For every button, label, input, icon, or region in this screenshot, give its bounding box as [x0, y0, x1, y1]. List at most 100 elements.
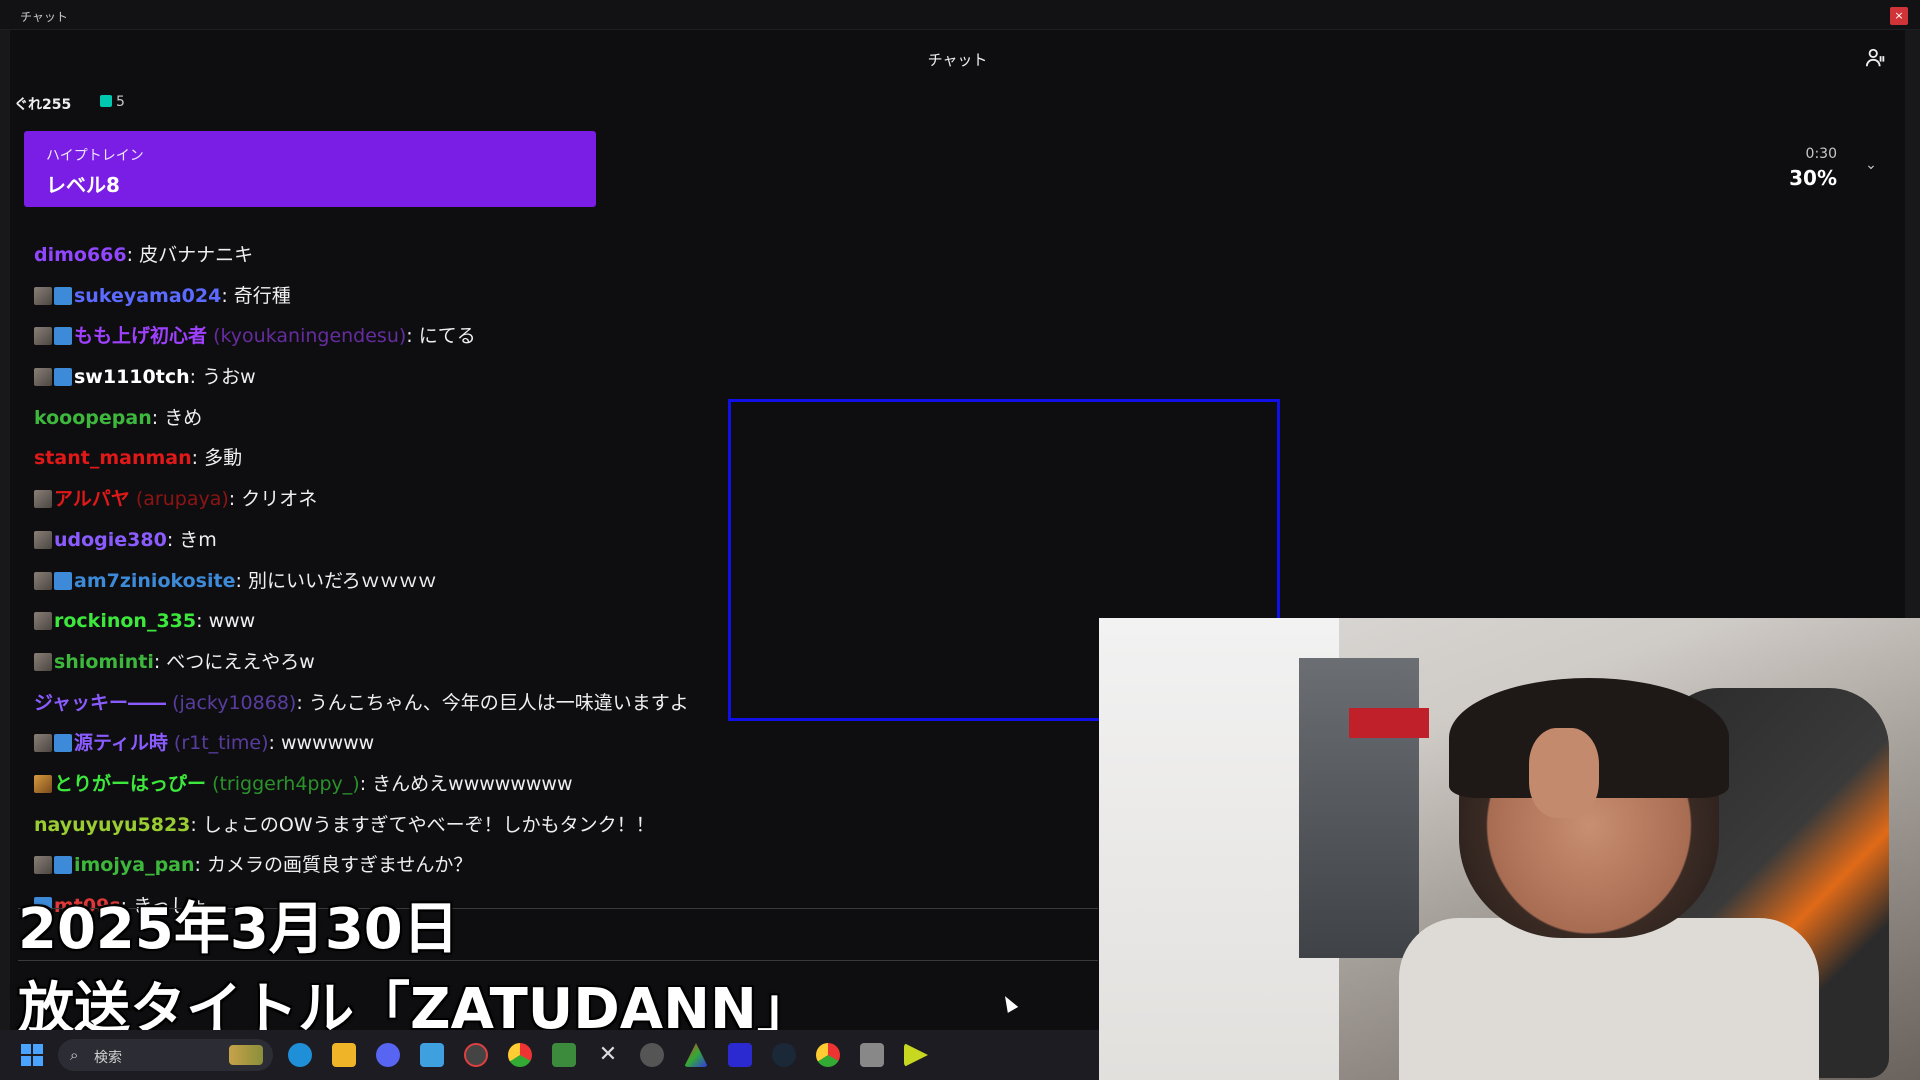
chat-username[interactable]: ジャッキー――	[34, 692, 166, 714]
subscriber-badge-icon	[54, 286, 72, 305]
chat-separator: :	[194, 854, 207, 877]
chat-separator: :	[296, 691, 309, 714]
chat-message-text: しょこのOWうますぎてやべーぞ！しかもタンク！！	[202, 813, 655, 836]
chat-user-alias: (triggerh4ppy_)	[212, 772, 360, 795]
hype-train-banner[interactable]: ハイプトレイン レベル8	[24, 131, 596, 207]
media-player-icon[interactable]	[904, 1043, 928, 1067]
chat-username[interactable]: am7ziniokosite	[74, 570, 235, 592]
taskbar-search-box[interactable]: ⌕ 検索	[58, 1039, 273, 1071]
chat-message-text: うんこちゃん、今年の巨人は一味違いますよ	[308, 691, 689, 714]
x-app-icon[interactable]: ✕	[596, 1043, 620, 1067]
hype-train-percent: 30%	[1789, 166, 1837, 190]
hype-train-label: ハイプトレイン	[46, 148, 144, 164]
gift-count-value: 5	[116, 94, 125, 110]
chat-username[interactable]: sw1110tch	[74, 366, 190, 388]
chat-separator: :	[359, 772, 373, 795]
chat-separator: :	[166, 528, 180, 551]
chat-username[interactable]: 源ティル時	[74, 732, 168, 754]
chat-separator: :	[153, 650, 167, 673]
chat-message-text: きm	[179, 528, 217, 551]
drive-icon[interactable]	[684, 1043, 708, 1067]
avatar-badge-icon	[34, 856, 52, 875]
hype-train-timer: 0:30	[1805, 146, 1837, 162]
chat-separator: :	[268, 732, 281, 755]
users-icon[interactable]	[1865, 47, 1887, 69]
chat-separator: :	[221, 284, 234, 307]
chat-username[interactable]: udogie380	[54, 529, 167, 551]
close-icon[interactable]: ×	[1890, 7, 1908, 25]
chat-separator: :	[228, 488, 242, 511]
notepad-icon[interactable]	[420, 1043, 444, 1067]
edge-browser-icon[interactable]	[288, 1043, 312, 1067]
avatar-badge-icon	[34, 327, 52, 346]
hype-train-level: レベル8	[46, 173, 120, 197]
windows-start-icon[interactable]	[20, 1043, 44, 1067]
window-titlebar: チャット ×	[0, 0, 1920, 30]
monitor-icon[interactable]	[728, 1043, 752, 1067]
chat-message: とりがーはっぴー (triggerh4ppy_): きんめえwwwwwwww	[34, 769, 1034, 810]
chat-separator: :	[235, 569, 248, 592]
chat-username[interactable]: dimo666	[34, 244, 127, 266]
streamer-hand	[1529, 728, 1599, 818]
chat-message-text: きめ	[164, 406, 203, 429]
avatar-badge-icon	[34, 286, 52, 305]
chat-username[interactable]: sukeyama024	[74, 285, 221, 307]
webcam-background-object	[1299, 658, 1419, 958]
taskbar-search-label: 検索	[94, 1050, 122, 1066]
date-caption: 2025年3月30日	[18, 897, 459, 962]
chat-username[interactable]: stant_manman	[34, 447, 192, 469]
chat-username[interactable]: nayuyuyu5823	[34, 814, 190, 836]
chat-message-text: うおw	[202, 366, 256, 389]
avatar-badge-icon	[34, 490, 52, 509]
chat-username[interactable]: shiominti	[54, 651, 154, 673]
avatar-badge-icon	[34, 652, 52, 671]
chat-header: チャット	[10, 30, 1905, 86]
chat-username[interactable]: もも上げ初心者	[74, 325, 207, 347]
file-explorer-icon[interactable]	[332, 1043, 356, 1067]
chat-message: dimo666: 皮バナナニキ	[34, 240, 1034, 281]
webcam-overlay	[1099, 618, 1920, 1080]
chat-separator: :	[196, 610, 209, 633]
chat-message-text: きんめえwwwwwwww	[372, 772, 573, 795]
chevron-down-icon[interactable]: ⌄	[1861, 155, 1881, 175]
chat-username[interactable]: kooopepan	[34, 407, 152, 429]
steam-icon[interactable]	[772, 1043, 796, 1067]
taskbar: ⌕ 検索 ✕	[0, 1030, 1099, 1080]
gift-count[interactable]: 5	[100, 94, 125, 110]
chat-user-alias: (kyoukaningendesu)	[213, 325, 407, 348]
obs-icon[interactable]	[464, 1043, 488, 1067]
chat-message-text: www	[208, 610, 256, 633]
chat-separator: :	[190, 813, 203, 836]
chat-separator: :	[151, 406, 165, 429]
chat-username[interactable]: rockinon_335	[54, 610, 196, 632]
chat-user-alias: (jacky10868)	[172, 691, 297, 714]
app-icon[interactable]	[860, 1043, 884, 1067]
minecraft-icon[interactable]	[552, 1043, 576, 1067]
subscriber-badge-icon	[54, 571, 72, 590]
chat-header-title: チャット	[927, 51, 988, 69]
app-icon[interactable]	[640, 1043, 664, 1067]
subscriber-badge-icon	[54, 734, 72, 753]
search-highlight-icon	[229, 1045, 263, 1065]
chat-username[interactable]: アルパヤ	[54, 488, 130, 510]
chrome-icon[interactable]	[508, 1043, 532, 1067]
chat-message-text: 奇行種	[233, 284, 291, 307]
chrome-icon[interactable]	[816, 1043, 840, 1067]
avatar-badge-icon	[34, 530, 52, 549]
chat-message-text: カメラの画質良すぎませんか？	[206, 854, 473, 877]
chat-separator: :	[189, 366, 203, 389]
chat-message-text: 多動	[204, 447, 243, 470]
streamer-body	[1399, 918, 1819, 1080]
subscriber-badge-icon	[54, 327, 72, 346]
chat-message-text: 別にいいだろｗｗｗｗ	[247, 569, 437, 592]
chat-message-text: にてる	[418, 325, 476, 348]
avatar-badge-icon	[34, 368, 52, 387]
bits-leader[interactable]: ぐれ255	[14, 94, 71, 114]
hype-train-progress: 0:30 30%	[1789, 146, 1837, 190]
chat-username[interactable]: とりがーはっぴー	[54, 773, 206, 795]
discord-icon[interactable]	[376, 1043, 400, 1067]
chat-separator: :	[191, 447, 205, 470]
chat-message: sw1110tch: うおw	[34, 362, 1034, 403]
chat-message: もも上げ初心者 (kyoukaningendesu): にてる	[34, 321, 1034, 362]
chat-username[interactable]: imojya_pan	[74, 854, 195, 876]
